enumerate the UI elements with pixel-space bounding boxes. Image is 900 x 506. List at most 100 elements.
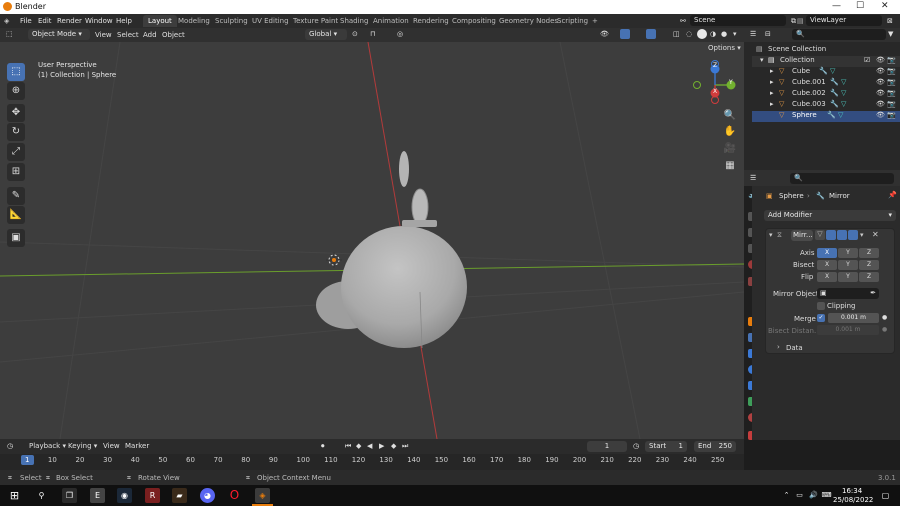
notifications-icon[interactable]: ▢ <box>878 488 893 503</box>
menu-render[interactable]: Render <box>57 17 82 25</box>
prev-keyframe-icon[interactable]: ◆ <box>356 442 361 450</box>
tab-layout[interactable]: Layout <box>143 15 177 27</box>
start-frame-field[interactable]: Start 1 <box>645 441 687 452</box>
axis-y-toggle[interactable]: Y <box>838 248 858 258</box>
camera-icon[interactable]: 📷 <box>887 56 896 64</box>
expand-arrow-icon[interactable]: ▸ <box>770 78 774 86</box>
rendered-shading-icon[interactable]: ● <box>721 30 727 38</box>
scene-collection-row[interactable]: ▤ Scene Collection <box>752 45 900 56</box>
merge-checkbox[interactable]: ✓ <box>817 314 825 322</box>
preview-range-icon[interactable]: ◷ <box>633 442 639 450</box>
remove-view-layer-icon[interactable]: ⊠ <box>887 17 893 25</box>
eye-icon[interactable]: 👁 <box>876 100 885 108</box>
editor-type-icon[interactable]: ⬚ <box>6 30 13 38</box>
timeline-view-menu[interactable]: View <box>103 442 120 450</box>
merge-distance-field[interactable]: 0.001 m <box>828 313 879 323</box>
measure-tool-icon[interactable]: 📐 <box>7 206 25 224</box>
collection-row[interactable]: ▾ ▤ Collection ☑ 👁 📷 <box>752 56 900 67</box>
viewport-3d[interactable]: User Perspective (1) Collection | Sphere… <box>0 42 744 439</box>
camera-icon[interactable]: 📷 <box>887 111 896 119</box>
record-icon[interactable]: ⏺ <box>321 442 325 451</box>
network-icon[interactable]: ▭ <box>792 488 807 503</box>
expand-arrow-icon[interactable]: ▸ <box>770 89 774 97</box>
camera-icon[interactable]: 📷 <box>887 89 896 97</box>
annotate-tool-icon[interactable]: ✎ <box>7 187 25 205</box>
keying-menu[interactable]: Keying ▾ <box>68 442 97 450</box>
language-icon[interactable]: ⌨ <box>819 488 834 503</box>
remove-modifier-icon[interactable]: ✕ <box>872 230 879 239</box>
transform-tool-icon[interactable]: ⊞ <box>7 163 25 181</box>
modifier-name-field[interactable]: Mirr... <box>791 230 813 241</box>
options-dropdown[interactable]: Options ▾ <box>708 44 741 52</box>
flip-z-toggle[interactable]: Z <box>859 272 879 282</box>
playback-menu[interactable]: Playback ▾ <box>29 442 66 450</box>
keyframe-dot-icon[interactable]: ● <box>882 326 887 333</box>
gizmo-toggle-icon[interactable] <box>620 29 630 39</box>
eye-icon[interactable]: 👁 <box>876 111 885 119</box>
bisect-x-toggle[interactable]: X <box>817 260 837 270</box>
close-icon[interactable]: ✕ <box>881 1 889 11</box>
render-toggle-icon[interactable] <box>848 230 858 240</box>
properties-search-input[interactable]: 🔍 <box>790 173 894 184</box>
discord-icon[interactable]: ◕ <box>200 488 215 503</box>
menu-file[interactable]: File <box>20 17 32 25</box>
camera-icon[interactable]: 📷 <box>887 100 896 108</box>
tab-texture-paint[interactable]: Texture Paint <box>293 17 338 25</box>
outliner-search-input[interactable]: 🔍 <box>792 29 886 40</box>
menu-window[interactable]: Window <box>85 17 113 25</box>
outliner-item-cube-003[interactable]: ▸ ▽ Cube.003 🔧 ▽ 👁 📷 <box>752 100 900 111</box>
mirror-object-field[interactable]: ▣ ✒ <box>817 288 879 299</box>
eye-icon[interactable]: 👁 <box>876 56 885 64</box>
solid-shading-icon[interactable] <box>697 29 707 39</box>
xray-icon[interactable]: ◫ <box>673 30 680 38</box>
expand-arrow-icon[interactable]: ▸ <box>770 67 774 75</box>
view-layer-selector[interactable]: ViewLayer <box>806 15 882 26</box>
windows-start-icon[interactable]: ⊞ <box>7 488 22 503</box>
opera-icon[interactable]: O <box>227 488 242 503</box>
checkbox-icon[interactable]: ☑ <box>864 56 870 64</box>
epic-games-icon[interactable]: E <box>90 488 105 503</box>
3d-cursor[interactable] <box>326 252 342 268</box>
eye-icon[interactable]: 👁 <box>876 67 885 75</box>
ortho-grid-icon[interactable]: ▦ <box>723 159 737 173</box>
new-scene-icon[interactable]: ⧉ <box>791 17 796 26</box>
tab-geometry-nodes[interactable]: Geometry Nodes <box>499 17 558 25</box>
edit-cage-icon[interactable]: ▽ <box>815 230 825 240</box>
flip-x-toggle[interactable]: X <box>817 272 837 282</box>
end-frame-field[interactable]: End 250 <box>694 441 736 452</box>
play-reverse-icon[interactable]: ◀ <box>367 442 372 450</box>
tab-scripting[interactable]: Scripting <box>557 17 588 25</box>
sphere-mesh[interactable] <box>316 151 467 349</box>
camera-icon[interactable]: 📷 <box>887 67 896 75</box>
axis-x-toggle[interactable]: X <box>817 248 837 258</box>
blender-taskbar-icon[interactable]: ◈ <box>255 488 270 503</box>
outliner-item-cube-001[interactable]: ▸ ▽ Cube.001 🔧 ▽ 👁 📷 <box>752 78 900 89</box>
proportional-edit-icon[interactable]: ◎ <box>397 30 403 38</box>
display-mode-icon[interactable]: ⊟ <box>765 30 771 38</box>
tab-sculpting[interactable]: Sculpting <box>215 17 248 25</box>
material-shading-icon[interactable]: ◑ <box>710 30 716 38</box>
maximize-icon[interactable]: ☐ <box>856 1 864 11</box>
shading-options-icon[interactable]: ▾ <box>733 30 737 38</box>
overlay-toggle-icon[interactable] <box>646 29 656 39</box>
visibility-icon[interactable]: 👁 <box>600 30 609 38</box>
add-modifier-button[interactable]: Add Modifier ▾ <box>764 210 896 221</box>
editmode-toggle-icon[interactable] <box>826 230 836 240</box>
scene-selector[interactable]: Scene <box>690 15 786 26</box>
expand-arrow-icon[interactable]: › <box>777 343 780 351</box>
realtime-toggle-icon[interactable] <box>837 230 847 240</box>
add-cube-tool-icon[interactable]: ▣ <box>7 229 25 247</box>
tab-animation[interactable]: Animation <box>373 17 409 25</box>
next-keyframe-icon[interactable]: ◆ <box>391 442 396 450</box>
outliner-item-cube[interactable]: ▸ ▽ Cube 🔧 ▽ 👁 📷 <box>752 67 900 78</box>
jump-start-icon[interactable]: ⏮ <box>345 442 351 451</box>
task-view-icon[interactable]: ❐ <box>62 488 77 503</box>
camera-view-icon[interactable]: 🎥 <box>723 142 737 156</box>
eye-icon[interactable]: 👁 <box>876 78 885 86</box>
pivot-icon[interactable]: ⊙ <box>352 30 358 38</box>
steam-icon[interactable]: ◉ <box>117 488 132 503</box>
pan-hand-icon[interactable]: ✋ <box>723 125 737 139</box>
cursor-tool-icon[interactable]: ⊕ <box>7 82 25 100</box>
flip-y-toggle[interactable]: Y <box>838 272 858 282</box>
menu-add[interactable]: Add <box>143 31 157 39</box>
